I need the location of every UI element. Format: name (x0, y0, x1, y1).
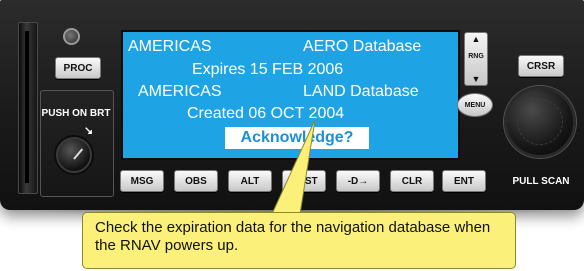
power-indicator-icon (63, 28, 80, 45)
obs-button[interactable]: OBS (174, 170, 218, 192)
nrst-button[interactable]: NRST (282, 170, 326, 192)
msg-button[interactable]: MSG (120, 170, 164, 192)
display-screen: AMERICAS AERO Database Expires 15 FEB 20… (121, 30, 460, 160)
land-created-text: Created 06 OCT 2004 (187, 105, 345, 122)
ent-button[interactable]: ENT (442, 170, 486, 192)
database-card-slot[interactable] (18, 22, 38, 194)
aero-database-label: AERO Database (303, 38, 422, 55)
crsr-button[interactable]: CRSR (518, 55, 564, 77)
acknowledge-prompt[interactable]: Acknowledge? (225, 127, 369, 149)
menu-button[interactable]: MENU (457, 93, 493, 117)
brightness-arrow-icon: ↘ (84, 125, 94, 137)
callout-note: Check the expiration data for the naviga… (82, 212, 516, 269)
range-up-icon[interactable]: ▲ (465, 34, 487, 44)
direct-to-button[interactable]: -D→ (336, 170, 380, 192)
land-database-label: LAND Database (303, 83, 419, 100)
land-region-label: AMERICAS (138, 83, 222, 100)
pull-scan-label: PULL SCAN (512, 176, 570, 187)
aero-expiry-text: Expires 15 FEB 2006 (192, 61, 344, 78)
range-label: RNG (468, 53, 484, 60)
clr-button[interactable]: CLR (390, 170, 434, 192)
alt-button[interactable]: ALT (228, 170, 272, 192)
range-rocker[interactable]: ▲ RNG ▼ (464, 32, 488, 86)
brightness-knob[interactable] (56, 137, 92, 173)
brightness-knob-label: PUSH ON BRT (41, 108, 111, 119)
range-down-icon[interactable]: ▼ (465, 74, 487, 84)
aero-region-label: AMERICAS (128, 38, 212, 55)
pull-scan-knob[interactable] (504, 86, 576, 158)
proc-button[interactable]: PROC (55, 57, 101, 79)
